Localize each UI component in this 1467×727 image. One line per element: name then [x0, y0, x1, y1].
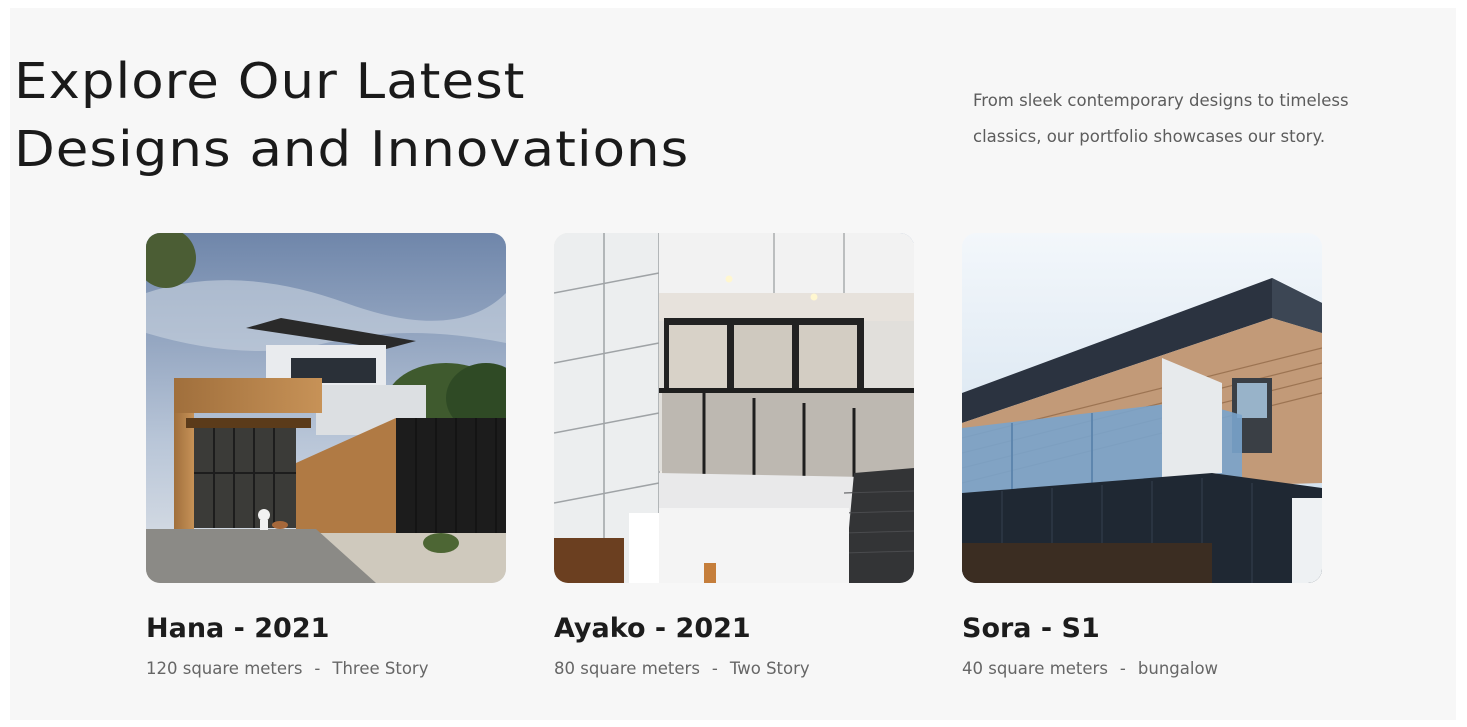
portfolio-section: Explore Our Latest Designs and Innovatio… — [10, 8, 1456, 720]
section-intro-line-1: From sleek contemporary designs to timel… — [973, 91, 1349, 110]
project-card-sora[interactable]: Sora - S1 40 square meters - bungalow — [962, 233, 1322, 680]
project-title[interactable]: Hana - 2021 — [146, 612, 506, 646]
section-heading: Explore Our Latest Designs and Innovatio… — [14, 48, 689, 184]
project-card-hana[interactable]: Hana - 2021 120 square meters - Three Stor… — [146, 233, 506, 680]
project-area: 120 square meters — [146, 659, 303, 678]
project-photo-sora[interactable] — [962, 233, 1322, 583]
project-area: 40 square meters — [962, 659, 1108, 678]
project-title[interactable]: Sora - S1 — [962, 612, 1322, 646]
meta-separator: - — [711, 659, 718, 678]
project-type: Three Story — [332, 659, 429, 678]
project-card-ayako[interactable]: Ayako - 2021 80 square meters - Two Story — [554, 233, 914, 680]
modern-three-story-house-photo — [146, 233, 506, 583]
meta-separator: - — [314, 659, 321, 678]
project-meta: 40 square meters - bungalow — [962, 658, 1322, 680]
project-meta: 80 square meters - Two Story — [554, 658, 914, 680]
section-heading-line-1: Explore Our Latest — [14, 53, 526, 111]
bungalow-roof-balcony-photo — [962, 233, 1322, 583]
project-photo-ayako[interactable] — [554, 233, 914, 583]
meta-separator: - — [1119, 659, 1126, 678]
section-intro: From sleek contemporary designs to timel… — [973, 83, 1413, 155]
two-story-facade-balcony-photo — [554, 233, 914, 583]
project-type: Two Story — [729, 659, 810, 678]
section-heading-line-2: Designs and Innovations — [14, 121, 690, 179]
project-type: bungalow — [1137, 659, 1219, 678]
project-title[interactable]: Ayako - 2021 — [554, 612, 914, 646]
project-area: 80 square meters — [554, 659, 700, 678]
project-photo-hana[interactable] — [146, 233, 506, 583]
project-meta: 120 square meters - Three Story — [146, 658, 506, 680]
section-intro-line-2: classics, our portfolio showcases our st… — [973, 127, 1326, 146]
